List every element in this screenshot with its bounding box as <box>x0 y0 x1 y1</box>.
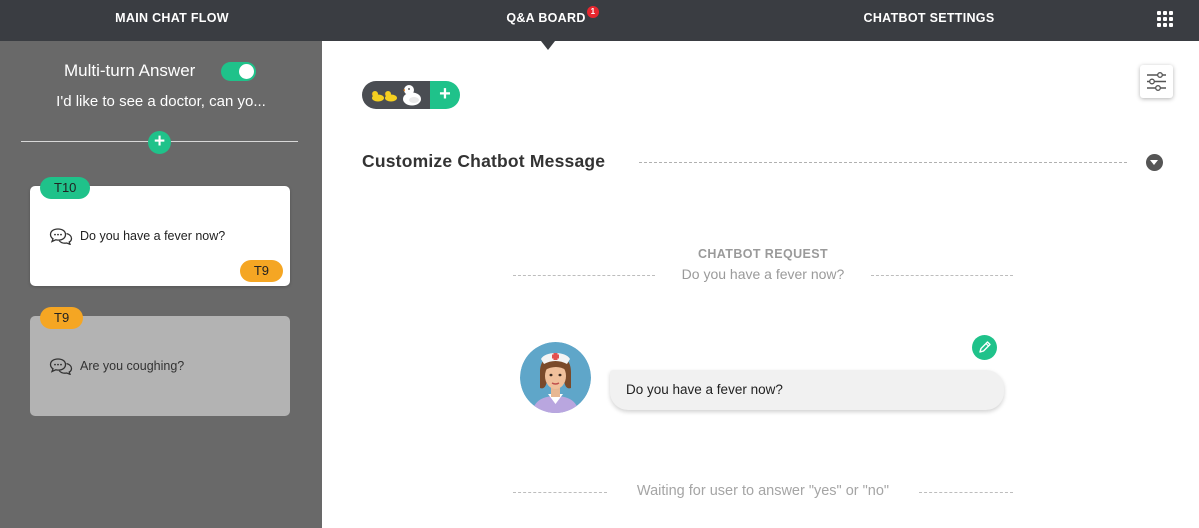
chatbot-message-bubble[interactable]: Do you have a fever now? <box>610 370 1004 410</box>
add-persona-button[interactable]: + <box>430 81 460 109</box>
duckling-icon <box>384 91 397 102</box>
multi-turn-toggle[interactable] <box>221 62 256 81</box>
turn-card-t9[interactable]: T9 Are you coughing? <box>30 307 290 416</box>
tab-qa-board[interactable]: Q&A BOARD 1 <box>446 0 646 41</box>
top-nav: MAIN CHAT FLOW Q&A BOARD 1 CHATBOT SETTI… <box>0 0 1199 41</box>
notification-badge: 1 <box>587 6 599 18</box>
waiting-status: Waiting for user to answer "yes" or "no" <box>636 483 890 499</box>
sliders-icon <box>1147 72 1166 91</box>
toggle-knob <box>239 64 254 79</box>
grid-icon[interactable] <box>1157 11 1173 27</box>
filter-settings-button[interactable] <box>1140 65 1173 98</box>
next-turn-tag[interactable]: T9 <box>239 260 283 282</box>
tab-chatbot-settings[interactable]: CHATBOT SETTINGS <box>829 0 1029 41</box>
turn-tag: T9 <box>40 307 84 329</box>
dashed-divider <box>919 492 1013 493</box>
persona-chip[interactable] <box>362 81 430 109</box>
add-turn-button[interactable]: + <box>148 131 171 154</box>
pencil-icon <box>979 341 991 353</box>
multi-turn-label: Multi-turn Answer <box>64 61 196 80</box>
turn-card-t10[interactable]: T10 Do you have a fever now? T9 <box>30 177 290 286</box>
persona-chip-group: + <box>362 81 460 109</box>
question-preview: I'd like to see a doctor, can yo... <box>56 93 266 110</box>
active-tab-caret <box>541 41 555 50</box>
edit-message-button[interactable] <box>972 335 997 360</box>
turn-question: Do you have a fever now? <box>80 229 226 243</box>
section-divider <box>639 162 1127 163</box>
nurse-avatar-image <box>520 342 591 413</box>
chat-bubbles-icon <box>49 358 73 375</box>
tab-main-chat-flow[interactable]: MAIN CHAT FLOW <box>72 0 272 41</box>
duckling-icon <box>371 91 384 102</box>
sidebar: Multi-turn Answer I'd like to see a doct… <box>0 41 322 528</box>
dashed-divider <box>871 275 1013 276</box>
nurse-avatar <box>520 342 591 413</box>
section-title: Customize Chatbot Message <box>362 151 606 171</box>
tab-qa-board-label: Q&A BOARD <box>506 11 586 25</box>
turn-question: Are you coughing? <box>80 359 185 373</box>
chevron-down-icon[interactable] <box>1146 154 1163 171</box>
turn-tag: T10 <box>40 177 91 199</box>
chatbot-message-text: Do you have a fever now? <box>626 382 783 397</box>
request-text: Do you have a fever now? <box>681 266 845 282</box>
request-title: CHATBOT REQUEST <box>697 247 829 261</box>
duck-icon <box>403 85 421 106</box>
chat-bubbles-icon <box>49 228 73 245</box>
